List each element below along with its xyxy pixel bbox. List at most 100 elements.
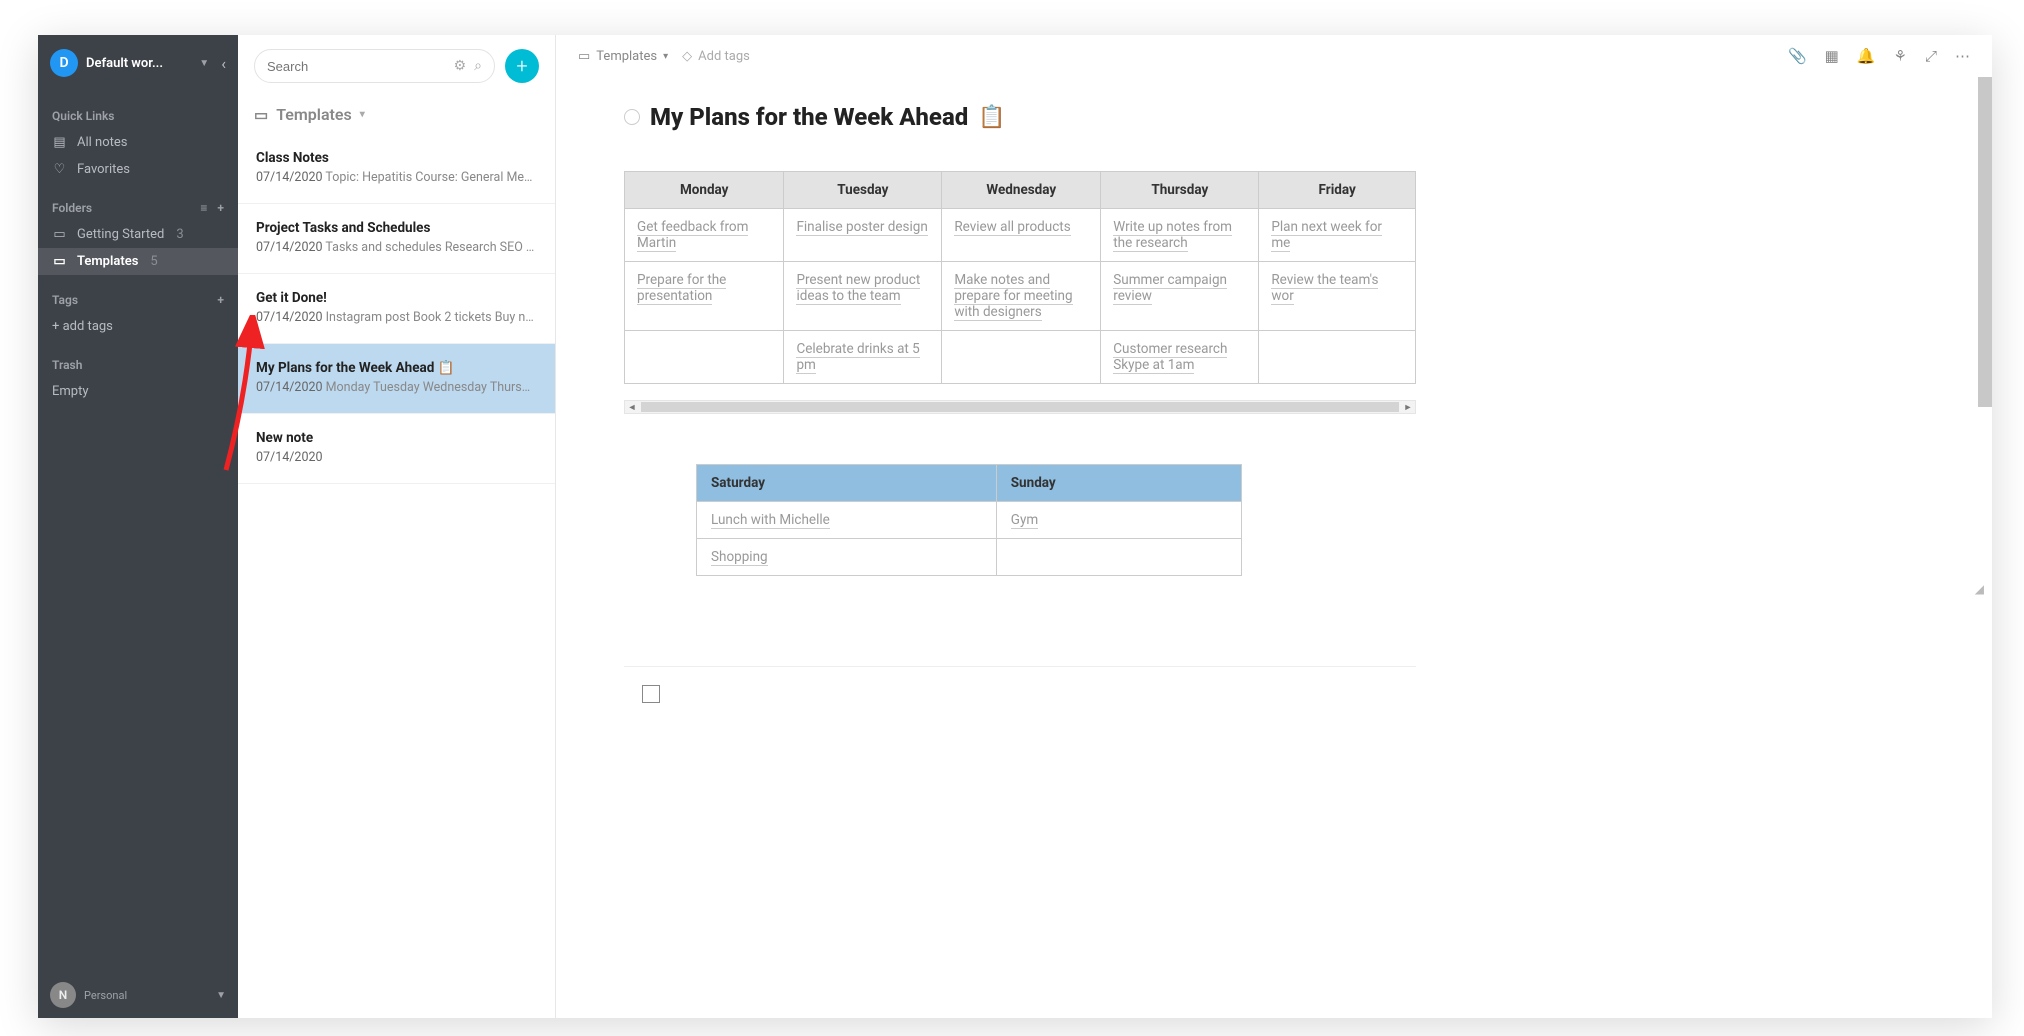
table-cell[interactable]: Summer campaign review [1101, 262, 1259, 331]
note-snippet: Tasks and schedules Research SEO ke... [325, 240, 537, 255]
th-friday: Friday [1259, 172, 1416, 209]
breadcrumb[interactable]: ▭ Templates ▾ [578, 49, 668, 64]
note-date: 07/14/2020 [256, 450, 323, 465]
breadcrumb-label: Templates [596, 49, 657, 64]
workspace-switcher[interactable]: D Default wor... ▼ ‹ [38, 35, 238, 91]
folder-count: 3 [176, 227, 183, 242]
table-cell[interactable]: Review the team's wor [1259, 262, 1416, 331]
notes-header[interactable]: ▭ Templates ▾ [238, 87, 555, 134]
tags-label: Tags + [38, 275, 238, 313]
nav-all-notes[interactable]: ▤ All notes [38, 129, 238, 156]
folder-count: 5 [150, 254, 157, 269]
notes-list-column: ⚙ ⌕ + ▭ Templates ▾ Class Notes 07/14/20… [238, 35, 556, 1018]
folders-label: Folders ≡ + [38, 183, 238, 221]
table-cell[interactable]: Make notes and prepare for meeting with … [942, 262, 1101, 331]
trash-label: Trash [38, 340, 238, 378]
chevron-down-icon[interactable]: ▼ [216, 990, 226, 1001]
attachment-icon[interactable]: 📎 [1788, 47, 1807, 65]
weekend-table[interactable]: Saturday Sunday Lunch with Michelle Gym … [696, 464, 1242, 576]
note-item[interactable]: My Plans for the Week Ahead 📋 07/14/2020… [238, 344, 555, 414]
qr-icon[interactable]: ▦ [1825, 47, 1839, 65]
document-body[interactable]: My Plans for the Week Ahead 📋 Monday Tue… [556, 77, 1992, 1018]
table-cell[interactable]: Present new product ideas to the team [784, 262, 942, 331]
table-cell[interactable]: Finalise poster design [784, 209, 942, 262]
note-title: My Plans for the Week Ahead 📋 [256, 360, 537, 376]
sidebar: D Default wor... ▼ ‹ Quick Links ▤ All n… [38, 35, 238, 1018]
user-plan: Personal [84, 989, 208, 1002]
main-content: ▭ Templates ▾ ◇ Add tags 📎 ▦ 🔔 ⚘ ⤢ ⋯ My … [556, 35, 1992, 1018]
scroll-track[interactable] [641, 402, 1399, 412]
table-cell[interactable]: Lunch with Michelle [697, 502, 997, 539]
collapse-sidebar-icon[interactable]: ‹ [221, 54, 226, 73]
nav-label: Empty [52, 384, 89, 399]
note-item[interactable]: New note 07/14/2020 [238, 414, 555, 484]
title-bullet-icon [624, 109, 640, 125]
table-cell[interactable]: Gym [996, 502, 1241, 539]
table-cell[interactable]: Shopping [697, 539, 997, 576]
note-item[interactable]: Project Tasks and Schedules 07/14/2020 T… [238, 204, 555, 274]
table-cell[interactable]: Prepare for the presentation [625, 262, 784, 331]
folder-icon: ▭ [578, 49, 590, 64]
folder-getting-started[interactable]: ▭ Getting Started 3 [38, 221, 238, 248]
th-wednesday: Wednesday [942, 172, 1101, 209]
share-icon[interactable]: ⚘ [1894, 47, 1907, 65]
nav-favorites[interactable]: ♡ Favorites [38, 156, 238, 183]
document-title[interactable]: My Plans for the Week Ahead [650, 103, 968, 131]
workspace-name: Default wor... [86, 56, 191, 71]
vertical-scrollbar[interactable] [1978, 77, 1992, 407]
checkbox[interactable] [642, 685, 660, 703]
note-snippet: Monday Tuesday Wednesday Thursda... [326, 380, 537, 395]
th-saturday: Saturday [697, 465, 997, 502]
folder-templates[interactable]: ▭ Templates 5 [38, 248, 238, 275]
title-emoji-icon: 📋 [978, 105, 1005, 130]
chevron-down-icon[interactable]: ▾ [663, 51, 668, 62]
add-tag-icon[interactable]: + [217, 293, 224, 307]
bottom-section [624, 666, 1416, 703]
horizontal-scrollbar[interactable]: ◄ ► [624, 400, 1416, 414]
user-footer[interactable]: N Personal ▼ [38, 972, 238, 1018]
search-icon[interactable]: ⌕ [474, 58, 482, 74]
scroll-right-icon[interactable]: ► [1401, 402, 1415, 413]
expand-icon[interactable]: ⤢ [1925, 47, 1937, 65]
table-cell[interactable]: Get feedback from Martin [625, 209, 784, 262]
chevron-down-icon[interactable]: ▼ [199, 58, 209, 69]
table-cell[interactable]: Write up notes from the research [1101, 209, 1259, 262]
weekday-table[interactable]: Monday Tuesday Wednesday Thursday Friday… [624, 171, 1416, 384]
note-snippet: Topic: Hepatitis Course: General Medi... [325, 170, 537, 185]
add-tags-link[interactable]: + add tags [38, 313, 238, 340]
search-input[interactable]: ⚙ ⌕ [254, 49, 495, 83]
add-tags-label: Add tags [698, 49, 750, 64]
note-title: Project Tasks and Schedules [256, 220, 537, 236]
table-cell[interactable] [625, 331, 784, 384]
user-avatar: N [50, 982, 76, 1008]
notification-icon[interactable]: 🔔 [1857, 47, 1876, 65]
notes-header-title: Templates [276, 105, 352, 124]
table-cell[interactable] [1259, 331, 1416, 384]
folder-name: Templates [77, 254, 138, 269]
add-folder-icon[interactable]: + [217, 201, 224, 215]
filter-icon[interactable]: ⚙ [454, 58, 467, 74]
trash-empty[interactable]: Empty [38, 378, 238, 405]
th-tuesday: Tuesday [784, 172, 942, 209]
main-toolbar: ▭ Templates ▾ ◇ Add tags 📎 ▦ 🔔 ⚘ ⤢ ⋯ [556, 35, 1992, 77]
table-cell[interactable]: Customer research Skype at 1am [1101, 331, 1259, 384]
table-cell[interactable] [996, 539, 1241, 576]
note-icon: ▤ [52, 135, 67, 150]
note-item[interactable]: Get it Done! 07/14/2020 Instagram post B… [238, 274, 555, 344]
table-cell[interactable]: Review all products [942, 209, 1101, 262]
more-icon[interactable]: ⋯ [1955, 47, 1970, 65]
table-cell[interactable]: Plan next week for me [1259, 209, 1416, 262]
add-tags-button[interactable]: ◇ Add tags [682, 49, 750, 64]
search-field[interactable] [267, 59, 454, 74]
resize-handle-icon[interactable]: ◢ [1224, 582, 1984, 596]
sort-icon[interactable]: ≡ [200, 201, 207, 215]
quick-links-label: Quick Links [38, 91, 238, 129]
scroll-left-icon[interactable]: ◄ [625, 402, 639, 413]
new-note-button[interactable]: + [505, 49, 539, 83]
note-date: 07/14/2020 [256, 170, 323, 185]
note-item[interactable]: Class Notes 07/14/2020 Topic: Hepatitis … [238, 134, 555, 204]
th-sunday: Sunday [996, 465, 1241, 502]
chevron-down-icon[interactable]: ▾ [360, 109, 365, 120]
table-cell[interactable] [942, 331, 1101, 384]
table-cell[interactable]: Celebrate drinks at 5 pm [784, 331, 942, 384]
